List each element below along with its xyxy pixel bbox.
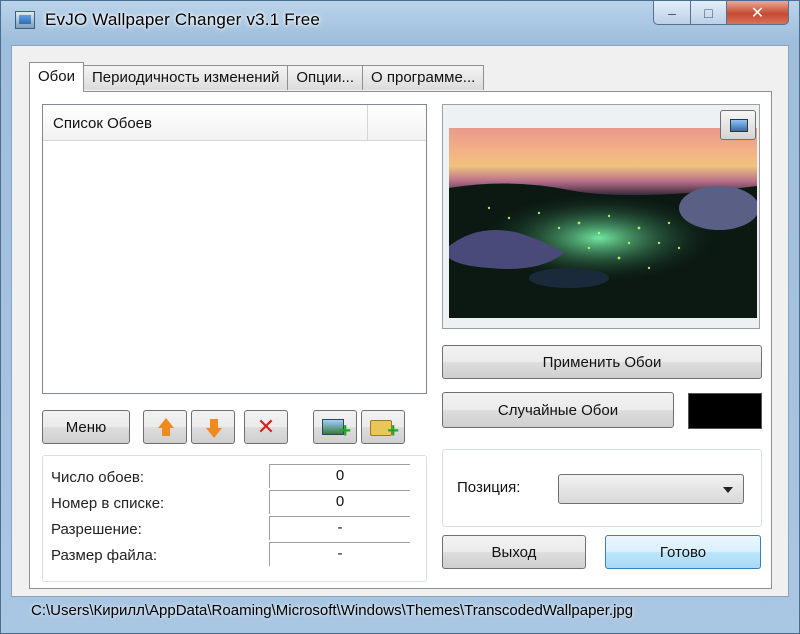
tab-change-interval[interactable]: Периодичность изменений	[82, 65, 289, 90]
app-window: EvJO Wallpaper Changer v3.1 Free – □ ✕ О…	[0, 0, 800, 634]
caption-buttons: – □ ✕	[653, 1, 789, 25]
preview-image	[449, 128, 757, 318]
random-wallpaper-button[interactable]: Случайные Обои	[442, 392, 674, 428]
wallpaper-count-value: 0	[269, 464, 410, 488]
minimize-icon: –	[668, 4, 676, 21]
preview-image-button[interactable]	[720, 110, 756, 140]
done-button[interactable]: Готово	[605, 535, 761, 569]
tab-strip: Обои Периодичность изменений Опции... О …	[29, 62, 485, 92]
list-index-label: Номер в списке:	[51, 495, 165, 512]
file-size-label: Размер файла:	[51, 547, 158, 564]
tab-about[interactable]: О программе...	[362, 65, 485, 90]
delete-icon: ✕	[256, 414, 276, 439]
random-wallpaper-label: Случайные Обои	[497, 401, 619, 419]
list-index-value: 0	[269, 490, 410, 514]
current-wallpaper-path: C:\Users\Кирилл\AppData\Roaming\Microsof…	[31, 602, 634, 619]
background-color-swatch[interactable]	[688, 393, 762, 429]
menu-button-label: Меню	[65, 418, 107, 436]
chevron-down-icon	[723, 487, 733, 493]
exit-button-label: Выход	[491, 543, 537, 561]
picture-icon	[730, 119, 748, 132]
maximize-icon: □	[704, 4, 713, 21]
file-size-value: -	[269, 542, 410, 566]
close-icon: ✕	[750, 4, 765, 22]
column-divider[interactable]	[367, 105, 368, 141]
move-down-button[interactable]	[191, 410, 235, 444]
status-bar: C:\Users\Кирилл\AppData\Roaming\Microsof…	[1, 598, 799, 633]
position-group: Позиция:	[442, 449, 762, 527]
plus-icon: +	[387, 420, 399, 442]
client-area: Обои Периодичность изменений Опции... О …	[11, 45, 789, 597]
tab-options[interactable]: Опции...	[287, 65, 364, 90]
add-image-button[interactable]: +	[313, 410, 357, 444]
delete-button[interactable]: ✕	[244, 410, 288, 444]
resolution-value: -	[269, 516, 410, 540]
list-header[interactable]: Список Обоев	[43, 105, 426, 141]
exit-button[interactable]: Выход	[442, 535, 586, 569]
title-bar[interactable]: EvJO Wallpaper Changer v3.1 Free – □ ✕	[1, 1, 799, 45]
resolution-label: Разрешение:	[51, 521, 142, 538]
city-night-image	[449, 183, 757, 318]
maximize-button[interactable]: □	[691, 1, 727, 25]
position-dropdown[interactable]	[558, 474, 744, 504]
tab-panel-wallpapers: Список Обоев Меню ✕ + + Число обоев: 0 Н…	[29, 91, 772, 589]
close-button[interactable]: ✕	[727, 1, 789, 25]
done-button-label: Готово	[659, 543, 707, 561]
wallpaper-count-label: Число обоев:	[51, 469, 145, 486]
plus-icon: +	[339, 420, 351, 442]
window-title: EvJO Wallpaper Changer v3.1 Free	[45, 10, 321, 29]
position-label: Позиция:	[457, 479, 521, 496]
info-group: Число обоев: 0 Номер в списке: 0 Разреше…	[42, 455, 427, 582]
wallpaper-list[interactable]: Список Обоев	[42, 104, 427, 394]
tab-wallpapers[interactable]: Обои	[29, 62, 84, 92]
arrow-down-icon	[206, 428, 222, 438]
apply-wallpaper-button[interactable]: Применить Обои	[442, 345, 762, 379]
menu-button[interactable]: Меню	[42, 410, 130, 444]
move-up-button[interactable]	[143, 410, 187, 444]
wallpaper-preview	[442, 104, 760, 329]
app-icon[interactable]	[15, 11, 35, 29]
add-folder-button[interactable]: +	[361, 410, 405, 444]
apply-wallpaper-label: Применить Обои	[542, 353, 662, 371]
minimize-button[interactable]: –	[653, 1, 691, 25]
list-header-label: Список Обоев	[53, 115, 152, 132]
